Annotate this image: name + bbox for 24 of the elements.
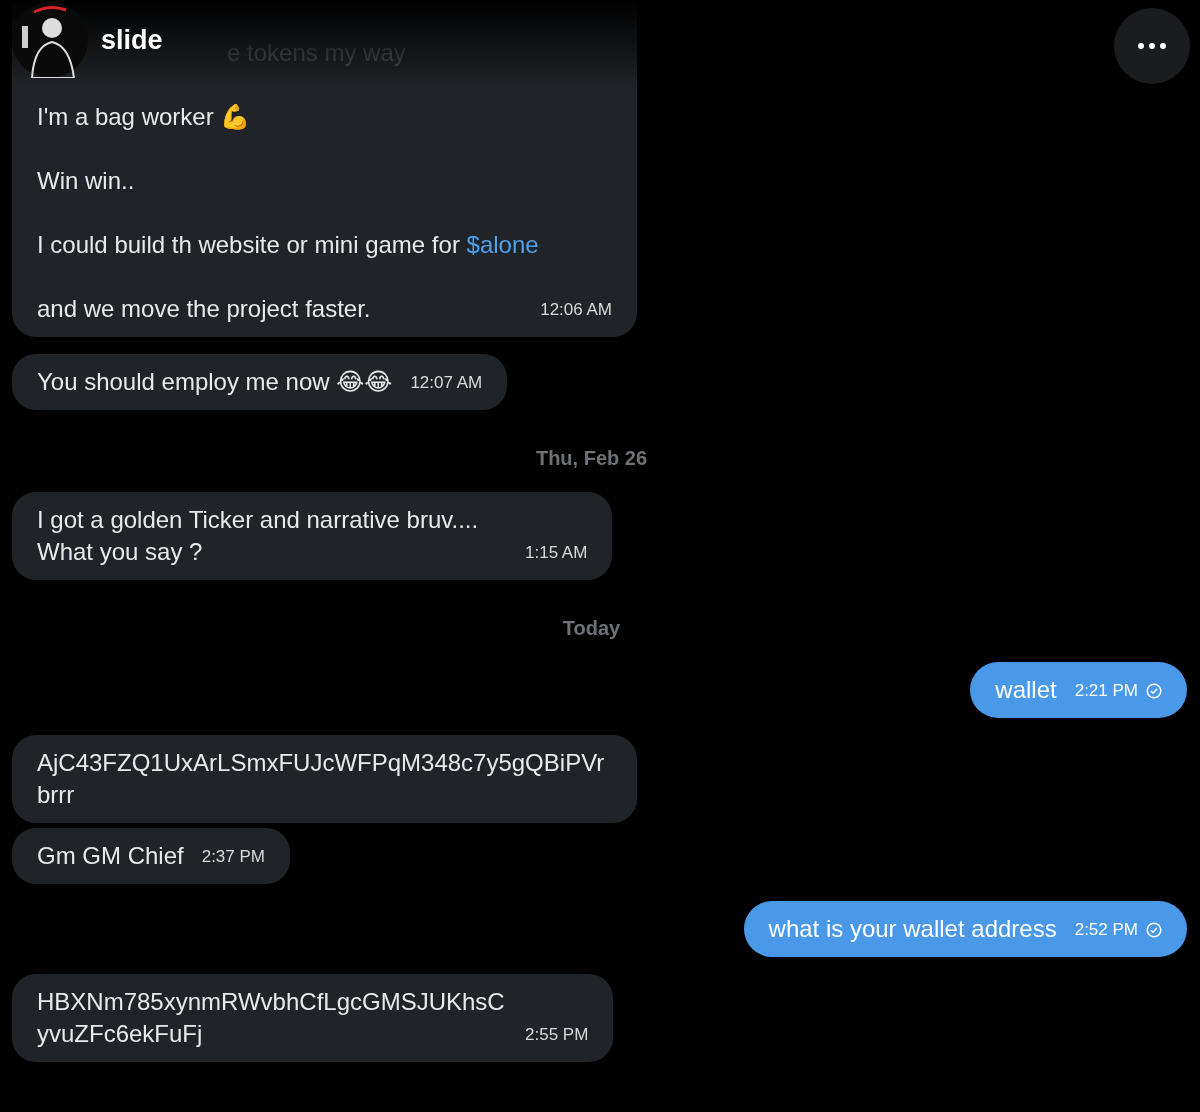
message-text: wallet xyxy=(995,675,1057,705)
message-text: Gm GM Chief xyxy=(37,841,184,871)
more-icon xyxy=(1138,43,1166,49)
message-text: what is your wallet address xyxy=(768,914,1057,944)
message-text: HBXNm785xynmRWvbhCfLgcGMSJUKhsCyvuZFc6ekFuFj xyxy=(37,987,506,1049)
message-time: 2:52 PM xyxy=(1074,919,1138,941)
message-text: I got a golden Ticker and narrative bruv.... What you say ? xyxy=(37,505,480,567)
message-text: I could build th website or mini game for $alone xyxy=(37,231,539,258)
message-text: You should employ me now 😂😂 xyxy=(37,367,393,397)
message-time: 1:15 AM xyxy=(525,542,588,564)
message-time: 2:37 PM xyxy=(201,846,265,868)
message-text: Win win.. xyxy=(37,167,135,194)
message-time: 12:07 AM xyxy=(410,372,483,394)
message-time: 12:06 AM xyxy=(540,299,612,321)
date-separator: Thu, Feb 26 xyxy=(535,446,648,470)
avatar[interactable] xyxy=(12,2,88,78)
cashtag-link[interactable]: $alone xyxy=(466,231,539,258)
message-text: AjC43FZQ1UxArLSmxFUJcWFPqM348c7y5gQBiPVrbrrr xyxy=(37,749,605,808)
message-time: 2:55 PM xyxy=(525,1024,589,1046)
date-separator: Today xyxy=(562,616,621,640)
message-text: and we move the project faster. xyxy=(37,294,371,324)
message-time: 2:21 PM xyxy=(1074,680,1138,702)
message-text: I'm a bag worker 💪 xyxy=(37,103,251,130)
contact-name[interactable]: slide xyxy=(101,24,163,56)
